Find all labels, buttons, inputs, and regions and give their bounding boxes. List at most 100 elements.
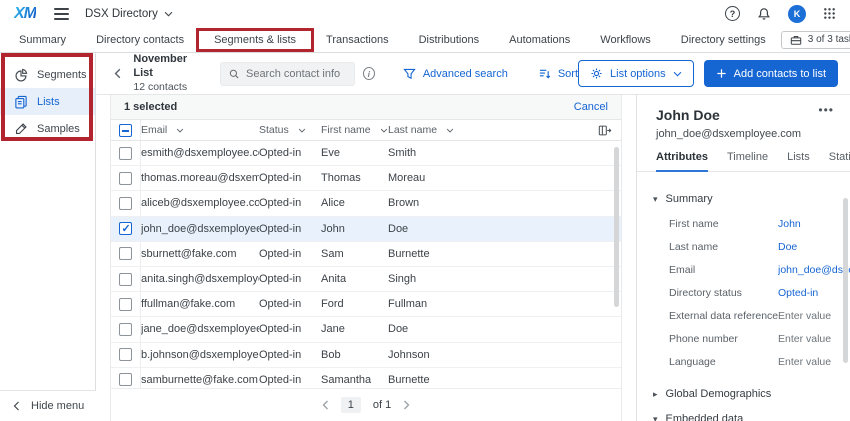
nav-tab[interactable]: Transactions xyxy=(311,27,404,52)
sidebar: Segments Lists Samples Hide menu xyxy=(0,53,96,421)
attribute-row: External data reference Enter value xyxy=(669,304,850,327)
row-checkbox[interactable] xyxy=(119,323,132,336)
previous-page-icon[interactable] xyxy=(322,400,329,410)
table-row[interactable]: jane_doe@dsxemployee.... Opted-in Jane D… xyxy=(111,317,621,342)
info-icon[interactable]: i xyxy=(363,67,375,80)
attribute-value[interactable]: Enter value xyxy=(778,333,831,345)
select-all-checkbox[interactable] xyxy=(119,124,132,137)
sidebar-nav: Segments Lists Samples xyxy=(0,53,95,142)
attribute-row: Phone number Enter value xyxy=(669,327,850,350)
sidebar-item-samples[interactable]: Samples xyxy=(0,115,95,142)
column-header[interactable]: Last name xyxy=(388,124,587,136)
table-row[interactable]: ffullman@fake.com Opted-in Ford Fullman xyxy=(111,292,621,317)
panel-tab[interactable]: Timeline xyxy=(727,151,768,171)
table-row[interactable]: sburnett@fake.com Opted-in Sam Burnette xyxy=(111,242,621,267)
user-avatar[interactable]: K xyxy=(788,5,806,23)
contact-detail-panel: John Doe ••• john_doe@dsxemployee.com At… xyxy=(636,95,850,421)
nav-tab[interactable]: Summary xyxy=(4,27,81,52)
global-demographics-label: Global Demographics xyxy=(666,388,772,400)
chevron-down-icon xyxy=(446,128,454,133)
table-row[interactable]: thomas.moreau@dsxempl... Opted-in Thomas… xyxy=(111,166,621,191)
manage-columns-icon[interactable] xyxy=(598,124,612,137)
sidebar-item-lists[interactable]: Lists xyxy=(0,88,95,115)
cancel-selection-button[interactable]: Cancel xyxy=(574,101,608,113)
notifications-bell-icon[interactable] xyxy=(757,7,771,21)
sort-label: Sort xyxy=(558,68,578,80)
directory-picker[interactable]: DSX Directory xyxy=(85,8,173,20)
add-contacts-button[interactable]: Add contacts to list xyxy=(704,60,838,87)
attribute-value[interactable]: Opted-in xyxy=(778,287,818,299)
first-name-cell: Samantha xyxy=(321,374,388,386)
hamburger-menu-icon[interactable] xyxy=(54,5,69,23)
global-demographics-toggle[interactable]: ▸ Global Demographics xyxy=(653,388,850,400)
email-cell: anita.singh@dsxemployee... xyxy=(141,273,259,285)
column-header[interactable]: Email xyxy=(141,124,259,136)
table-row[interactable]: anita.singh@dsxemployee... Opted-in Anit… xyxy=(111,267,621,292)
table-row[interactable]: esmith@dsxemployee.com Opted-in Eve Smit… xyxy=(111,141,621,166)
last-name-cell: Doe xyxy=(388,223,621,235)
panel-tab[interactable]: Attributes xyxy=(656,151,708,172)
tasks-completed-label: 3 of 3 tasks completed xyxy=(808,34,850,45)
row-checkbox[interactable] xyxy=(119,373,132,386)
attribute-value[interactable]: john_doe@dsxem... xyxy=(778,264,850,276)
sort-button[interactable]: Sort xyxy=(538,68,578,80)
attribute-value[interactable]: Enter value xyxy=(778,356,831,368)
attribute-value[interactable]: Doe xyxy=(778,241,797,253)
advanced-search-button[interactable]: Advanced search xyxy=(403,68,508,80)
email-cell: b.johnson@dsxemployee.... xyxy=(141,349,259,361)
row-checkbox[interactable] xyxy=(119,348,132,361)
first-name-cell: John xyxy=(321,223,388,235)
column-header[interactable]: Status xyxy=(259,124,321,136)
row-checkbox[interactable] xyxy=(119,222,132,235)
list-options-button[interactable]: List options xyxy=(578,60,694,87)
nav-tab[interactable]: Directory settings xyxy=(666,27,781,52)
app-waffle-icon[interactable] xyxy=(823,7,836,20)
attribute-value[interactable]: Enter value xyxy=(778,310,831,322)
row-checkbox[interactable] xyxy=(119,197,132,210)
email-cell: aliceb@dsxemployee.com xyxy=(141,197,259,209)
next-page-icon[interactable] xyxy=(403,400,410,410)
attribute-label: Language xyxy=(669,356,778,368)
help-icon[interactable]: ? xyxy=(725,6,740,21)
nav-tab[interactable]: Directory contacts xyxy=(81,27,199,52)
panel-tab[interactable]: Statistics xyxy=(829,151,850,171)
attribute-row: Directory status Opted-in xyxy=(669,281,850,304)
back-chevron-icon[interactable] xyxy=(114,68,121,79)
attribute-value[interactable]: John xyxy=(778,218,801,230)
row-checkbox[interactable] xyxy=(119,172,132,185)
row-checkbox[interactable] xyxy=(119,273,132,286)
row-checkbox[interactable] xyxy=(119,247,132,260)
email-cell: john_doe@dsxemployee.... xyxy=(141,223,259,235)
table-row[interactable]: b.johnson@dsxemployee.... Opted-in Bob J… xyxy=(111,343,621,368)
hide-menu-button[interactable]: Hide menu xyxy=(0,390,96,421)
panel-scrollbar[interactable] xyxy=(843,198,848,363)
nav-tab[interactable]: Distributions xyxy=(404,27,495,52)
nav-tab[interactable]: Workflows xyxy=(585,27,666,52)
table-row[interactable]: john_doe@dsxemployee.... Opted-in John D… xyxy=(111,217,621,242)
search-icon xyxy=(229,68,239,80)
column-header[interactable]: First name xyxy=(321,124,388,136)
summary-section-toggle[interactable]: ▾ Summary xyxy=(653,193,850,205)
table-row[interactable]: samburnette@fake.com Opted-in Samantha B… xyxy=(111,368,621,388)
table-scrollbar[interactable] xyxy=(614,147,619,307)
last-name-cell: Doe xyxy=(388,323,621,335)
nav-tab[interactable]: Automations xyxy=(494,27,585,52)
email-cell: samburnette@fake.com xyxy=(141,374,259,386)
table-row[interactable]: aliceb@dsxemployee.com Opted-in Alice Br… xyxy=(111,191,621,216)
tasks-completed-button[interactable]: 3 of 3 tasks completed xyxy=(781,31,850,49)
panel-tab[interactable]: Lists xyxy=(787,151,810,171)
search-box[interactable] xyxy=(220,62,355,86)
row-checkbox[interactable] xyxy=(119,147,132,160)
first-name-cell: Sam xyxy=(321,248,388,260)
nav-tab[interactable]: Segments & lists xyxy=(199,27,311,52)
current-page[interactable]: 1 xyxy=(341,397,361,413)
eyedropper-icon xyxy=(14,122,28,136)
search-input[interactable] xyxy=(246,68,346,80)
more-options-icon[interactable]: ••• xyxy=(818,107,834,114)
pie-chart-icon xyxy=(14,68,28,82)
embedded-data-toggle[interactable]: ▾ Embedded data xyxy=(653,413,850,421)
sidebar-item-segments[interactable]: Segments xyxy=(0,61,95,88)
row-checkbox[interactable] xyxy=(119,298,132,311)
xm-logo: XM xyxy=(14,5,36,23)
first-name-cell: Anita xyxy=(321,273,388,285)
